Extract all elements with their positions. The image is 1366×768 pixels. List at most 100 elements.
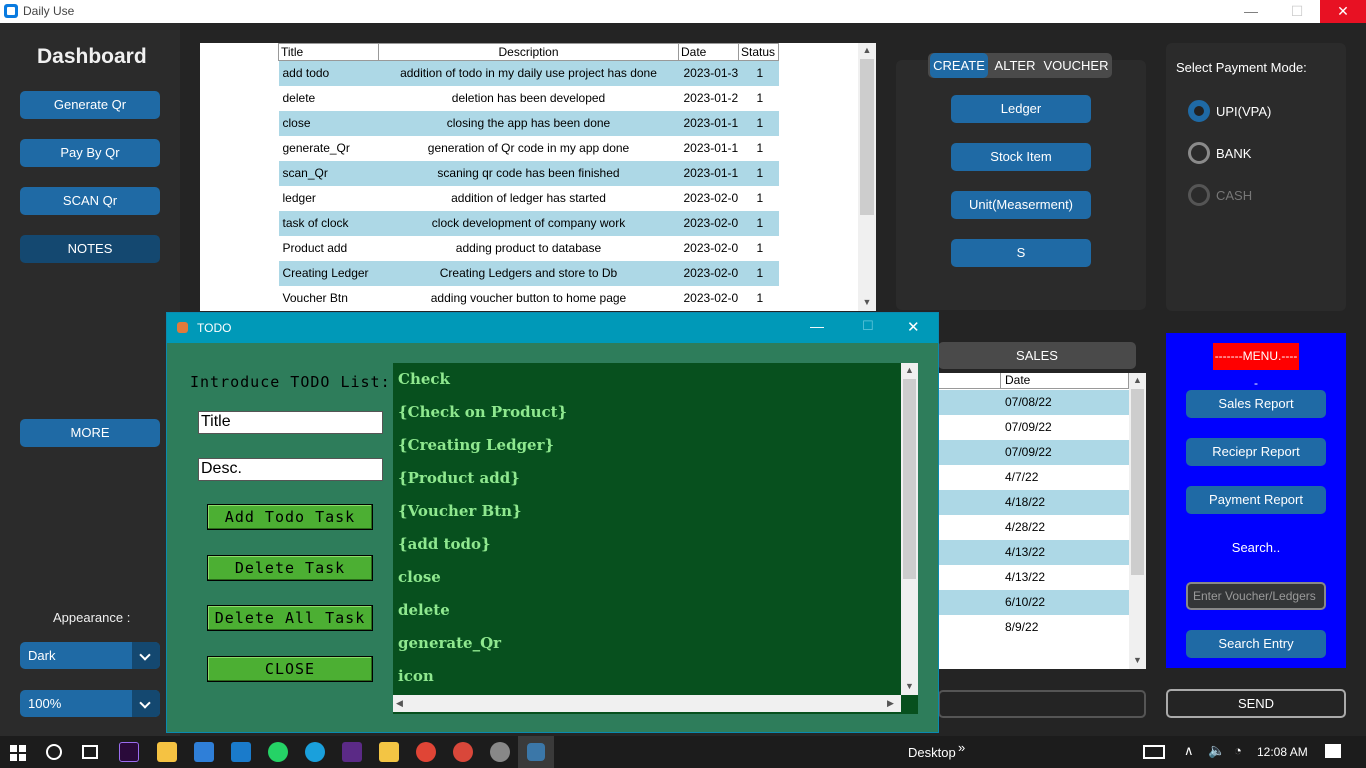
list-item[interactable]: generate_Qr bbox=[398, 634, 501, 652]
pay-by-qr-button[interactable]: Pay By Qr bbox=[20, 139, 160, 167]
sales-scrollbar[interactable]: ▲ ▼ bbox=[1129, 373, 1146, 669]
column-header-description[interactable]: Description bbox=[378, 43, 679, 61]
scroll-right-icon[interactable]: ▶ bbox=[887, 698, 894, 709]
payment-report-button[interactable]: Payment Report bbox=[1186, 486, 1326, 514]
chrome-icon[interactable] bbox=[416, 742, 436, 762]
table-row[interactable]: Creating Ledger Creating Ledgers and stor… bbox=[278, 260, 779, 286]
bank-label[interactable]: BANK bbox=[1216, 146, 1251, 161]
table-row[interactable]: add todo addition of todo in my daily use… bbox=[278, 60, 779, 86]
cash-label[interactable]: CASH bbox=[1216, 188, 1252, 203]
python-icon[interactable] bbox=[527, 743, 545, 761]
delete-task-button[interactable]: Delete Task bbox=[207, 555, 373, 581]
list-item[interactable]: icon bbox=[398, 667, 434, 685]
scroll-down-icon[interactable]: ▼ bbox=[1129, 655, 1146, 665]
bottom-entry[interactable] bbox=[938, 690, 1146, 718]
settings-gear-icon[interactable] bbox=[490, 742, 510, 762]
table-row[interactable]: 4/13/22 bbox=[938, 540, 1129, 565]
table-row[interactable]: 4/28/22 bbox=[938, 515, 1129, 540]
keyboard-icon[interactable] bbox=[1143, 745, 1165, 759]
stock-item-button[interactable]: Stock Item bbox=[951, 143, 1091, 171]
chrome-profile-icon[interactable] bbox=[453, 742, 473, 762]
table-row[interactable]: 8/9/22 bbox=[938, 615, 1129, 640]
scrollbar-thumb[interactable] bbox=[1131, 389, 1144, 575]
column-header-date[interactable]: Date bbox=[1000, 373, 1129, 389]
list-item[interactable]: delete bbox=[398, 601, 450, 619]
generate-qr-button[interactable]: Generate Qr bbox=[20, 91, 160, 119]
reciept-report-button[interactable]: Reciepr Report bbox=[1186, 438, 1326, 466]
sales-report-button[interactable]: Sales Report bbox=[1186, 390, 1326, 418]
edge-icon[interactable] bbox=[305, 742, 325, 762]
wifi-icon[interactable]: ◔ bbox=[1234, 743, 1242, 758]
tab-alter[interactable]: ALTER bbox=[990, 53, 1040, 78]
sales-tab[interactable]: SALES bbox=[938, 342, 1136, 369]
list-hscrollbar[interactable]: ◀ ▶ bbox=[393, 695, 901, 712]
scroll-down-icon[interactable]: ▼ bbox=[901, 681, 918, 691]
send-button[interactable]: SEND bbox=[1166, 689, 1346, 718]
windows-start-icon[interactable] bbox=[10, 745, 26, 761]
scrollbar-thumb[interactable] bbox=[903, 379, 916, 579]
table-row[interactable]: close closing the app has been done 2023-0… bbox=[278, 110, 779, 136]
table-row[interactable]: delete deletion has been developed 2023-01… bbox=[279, 86, 779, 111]
volume-icon[interactable]: 🔈 bbox=[1208, 742, 1225, 759]
todo-close-button[interactable]: CLOSE bbox=[207, 656, 373, 682]
python-app-active[interactable] bbox=[518, 736, 554, 768]
scroll-down-icon[interactable]: ▼ bbox=[858, 297, 876, 307]
table-row[interactable]: Voucher Btn adding voucher button to home… bbox=[279, 286, 779, 311]
maximize-button[interactable]: ☐ bbox=[1274, 0, 1320, 23]
table-row[interactable]: 4/7/22 bbox=[938, 465, 1129, 490]
table-row[interactable]: 07/09/22 bbox=[938, 440, 1129, 465]
scan-qr-button[interactable]: SCAN Qr bbox=[20, 187, 160, 215]
bank-radio[interactable] bbox=[1188, 142, 1210, 164]
table-row[interactable]: scan_Qr scaning qr code has been finished… bbox=[278, 160, 779, 186]
tab-voucher[interactable]: VOUCHER bbox=[1042, 53, 1110, 78]
delete-all-task-button[interactable]: Delete All Task bbox=[207, 605, 373, 631]
scroll-up-icon[interactable]: ▲ bbox=[858, 45, 876, 55]
whatsapp-icon[interactable] bbox=[268, 742, 288, 762]
list-item[interactable]: {Product add} bbox=[398, 469, 520, 487]
search-entry-button[interactable]: Search Entry bbox=[1186, 630, 1326, 658]
scaling-select[interactable]: 100% bbox=[20, 690, 160, 717]
scroll-left-icon[interactable]: ◀ bbox=[396, 698, 403, 709]
premiere-icon[interactable] bbox=[119, 742, 139, 762]
close-icon[interactable]: ✕ bbox=[907, 318, 920, 336]
clock-time[interactable]: 12:08 AM bbox=[1257, 745, 1308, 759]
scroll-up-icon[interactable]: ▲ bbox=[901, 365, 918, 375]
list-item[interactable]: {Check on Product} bbox=[398, 403, 567, 421]
column-header-status[interactable]: Status bbox=[738, 43, 779, 61]
list-item[interactable]: {add todo} bbox=[398, 535, 491, 553]
chevron-down-icon[interactable] bbox=[132, 642, 160, 669]
table-row[interactable]: 07/09/22 bbox=[938, 415, 1129, 440]
minimize-button[interactable]: — bbox=[1228, 0, 1274, 23]
desktop-label[interactable]: Desktop bbox=[908, 745, 956, 760]
list-item[interactable]: close bbox=[398, 568, 441, 586]
list-item[interactable]: {Creating Ledger} bbox=[398, 436, 554, 454]
ledger-button[interactable]: Ledger bbox=[951, 95, 1091, 123]
file-explorer-icon[interactable] bbox=[379, 742, 399, 762]
table-row[interactable]: Product add adding product to database 202… bbox=[279, 236, 779, 261]
title-field[interactable]: Title bbox=[198, 411, 383, 434]
chevron-right-icon[interactable]: » bbox=[958, 740, 965, 755]
list-vscrollbar[interactable]: ▲ ▼ bbox=[901, 363, 918, 695]
table-row[interactable]: 07/08/22 bbox=[938, 390, 1129, 415]
tab-create[interactable]: CREATE bbox=[930, 53, 988, 78]
list-item[interactable]: Check bbox=[398, 370, 450, 388]
cash-radio[interactable] bbox=[1188, 184, 1210, 206]
column-header-title[interactable]: Title bbox=[278, 43, 379, 61]
vscode-icon[interactable] bbox=[231, 742, 251, 762]
column-header-date[interactable]: Date bbox=[678, 43, 739, 61]
store-icon[interactable] bbox=[157, 742, 177, 762]
search-input[interactable]: Enter Voucher/Ledgers bbox=[1186, 582, 1326, 610]
table-row[interactable]: 4/18/22 bbox=[938, 490, 1129, 515]
task-view-icon[interactable] bbox=[82, 745, 98, 759]
close-button[interactable]: ✕ bbox=[1320, 0, 1366, 23]
notification-icon[interactable] bbox=[1325, 744, 1341, 758]
desc-field[interactable]: Desc. bbox=[198, 458, 383, 481]
table-row[interactable]: task of clock clock development of compan… bbox=[278, 210, 779, 236]
unit-button[interactable]: Unit(Measerment) bbox=[951, 191, 1091, 219]
chevron-up-icon[interactable]: ∧ bbox=[1184, 743, 1194, 759]
chevron-down-icon[interactable] bbox=[132, 690, 160, 717]
s-button[interactable]: S bbox=[951, 239, 1091, 267]
upi-radio[interactable] bbox=[1188, 100, 1210, 122]
media-player-icon[interactable] bbox=[342, 742, 362, 762]
maximize-button[interactable]: ☐ bbox=[862, 318, 874, 334]
